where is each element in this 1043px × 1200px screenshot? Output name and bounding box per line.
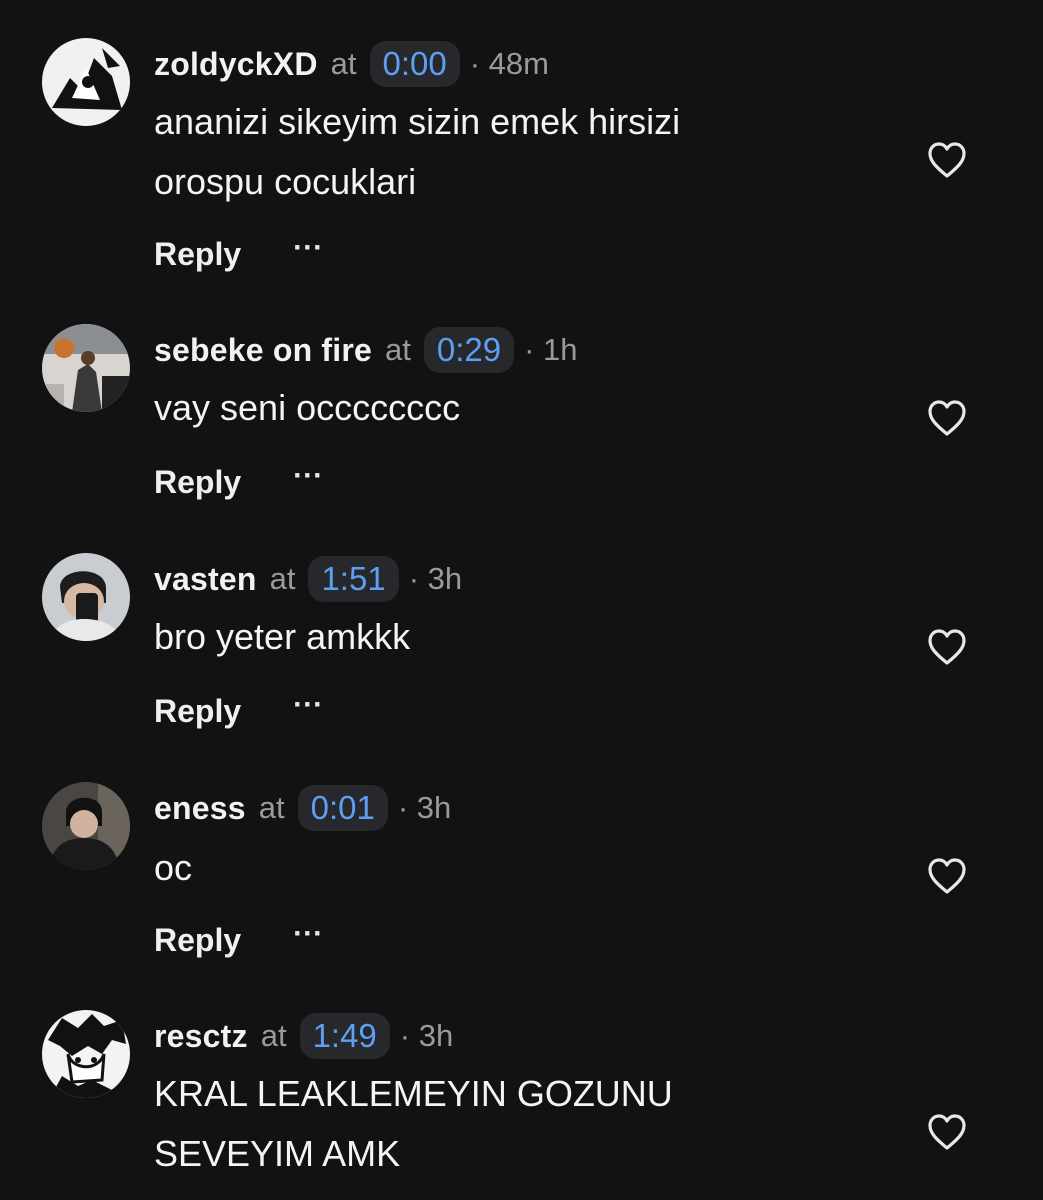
comment-age: · 1h [524,332,578,367]
heart-outline-icon [928,1114,966,1150]
comment-text-line: SEVEYIM AMK [154,1133,401,1174]
username[interactable]: vasten [154,561,257,598]
comment-age: · 3h [399,1018,454,1053]
avatar[interactable] [42,782,130,870]
comment-text-line: KRAL LEAKLEMEYIN GOZUNU [154,1073,673,1114]
avatar[interactable] [42,324,130,412]
timestamp-link[interactable]: 0:01 [297,785,388,831]
reply-button[interactable]: Reply [154,922,241,959]
like-button[interactable] [926,140,968,180]
timestamp-link[interactable]: 1:51 [308,556,399,602]
comment-actions: Reply ··· [154,459,323,504]
comment-actions: Reply ··· [154,917,323,962]
heart-outline-icon [928,142,966,178]
comment-header: resctz at 1:49 · 3h [154,1012,453,1060]
more-options-button[interactable]: ··· [293,459,323,493]
heart-outline-icon [928,858,966,894]
avatar[interactable] [42,38,130,126]
username[interactable]: resctz [154,1018,248,1055]
comment-item: sebeke on fire at 0:29 · 1h vay seni occ… [0,324,1043,524]
comment-age: · 3h [397,790,452,825]
at-label: at [330,46,357,81]
like-button[interactable] [926,398,968,438]
username[interactable]: zoldyckXD [154,46,318,83]
comment-text-line: bro yeter amkkk [154,616,411,657]
comment-item: eness at 0:01 · 3h oc Reply ··· [0,782,1043,982]
more-options-button[interactable]: ··· [293,917,323,951]
more-options-button[interactable]: ··· [293,688,323,722]
reply-button[interactable]: Reply [154,693,241,730]
like-button[interactable] [926,627,968,667]
comment-text-line: vay seni occcccccc [154,387,461,428]
comment-text: KRAL LEAKLEMEYIN GOZUNU SEVEYIM AMK [154,1064,874,1184]
comment-text: vay seni occcccccc [154,378,874,438]
comment-header: zoldyckXD at 0:00 · 48m [154,40,549,88]
like-button[interactable] [926,856,968,896]
timestamp-link[interactable]: 0:29 [423,327,515,373]
more-options-button[interactable]: ··· [293,231,323,265]
comment-text-line: orospu cocuklari [154,161,417,202]
heart-outline-icon [928,629,966,665]
comment-header: vasten at 1:51 · 3h [154,555,462,603]
comment-text: bro yeter amkkk [154,607,874,667]
comment-header: sebeke on fire at 0:29 · 1h [154,326,578,374]
comment-item: resctz at 1:49 · 3h KRAL LEAKLEMEYIN GOZ… [0,1010,1043,1200]
comment-text-line: oc [154,847,193,888]
reply-button[interactable]: Reply [154,236,241,273]
comment-item: zoldyckXD at 0:00 · 48m ananizi sikeyim … [0,38,1043,288]
username[interactable]: eness [154,790,246,827]
comment-actions: Reply ··· [154,688,323,733]
comment-text: oc [154,838,874,898]
username[interactable]: sebeke on fire [154,332,372,369]
avatar[interactable] [42,553,130,641]
comment-age: · 3h [408,561,463,596]
comment-actions: Reply ··· [154,231,323,276]
timestamp-link[interactable]: 1:49 [299,1013,390,1059]
comment-age: · 48m [469,46,549,81]
comment-item: vasten at 1:51 · 3h bro yeter amkkk Repl… [0,553,1043,753]
at-label: at [258,790,285,825]
at-label: at [269,561,296,596]
at-label: at [260,1018,287,1053]
comment-text: ananizi sikeyim sizin emek hirsizi orosp… [154,92,874,212]
comment-header: eness at 0:01 · 3h [154,784,451,832]
avatar[interactable] [42,1010,130,1098]
timestamp-link[interactable]: 0:00 [369,41,460,87]
heart-outline-icon [928,400,966,436]
like-button[interactable] [926,1112,968,1152]
at-label: at [385,332,411,367]
reply-button[interactable]: Reply [154,464,241,501]
comment-text-line: ananizi sikeyim sizin emek hirsizi [154,101,681,142]
